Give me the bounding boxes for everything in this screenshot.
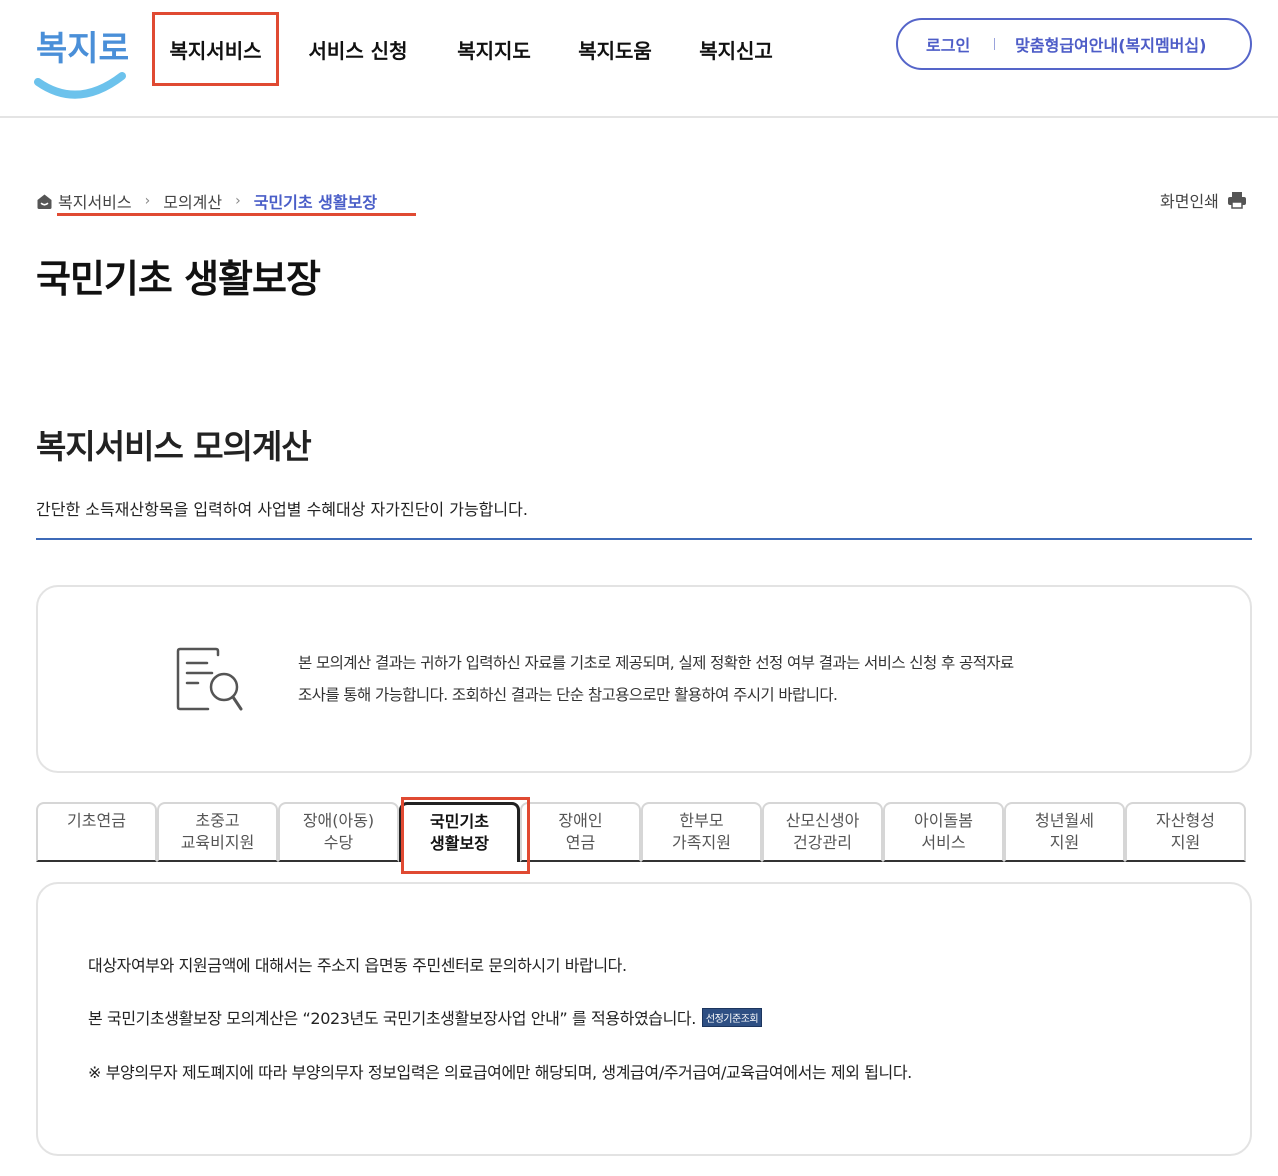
tab-asset-building-support[interactable]: 자산형성 지원: [1125, 802, 1246, 862]
tab-label: 초중고: [195, 811, 240, 830]
info-line-2-text: 본 국민기초생활보장 모의계산은 “2023년도 국민기초생활보장사업 안내” …: [88, 1009, 696, 1028]
tab-label: 장애인: [558, 811, 603, 830]
tab-label-2: 교육비지원: [180, 833, 255, 852]
print-button[interactable]: 화면인쇄: [1160, 186, 1247, 214]
tab-label-2: 가족지원: [672, 833, 731, 852]
tab-label-2: 지원: [1170, 833, 1201, 852]
notice-box: 본 모의계산 결과는 귀하가 입력하신 자료를 기초로 제공되며, 실제 정확한…: [36, 585, 1252, 773]
home-icon[interactable]: [36, 193, 53, 210]
breadcrumb-welfare-service[interactable]: 복지서비스: [58, 189, 132, 213]
chevron-right-icon: ›: [144, 193, 151, 209]
site-header: 복지로 복지서비스 서비스 신청 복지지도 복지도움 복지신고 로그인 맞춤형급…: [0, 0, 1278, 118]
nav-welfare-map[interactable]: 복지지도: [437, 12, 551, 86]
tab-maternal-newborn-care[interactable]: 산모신생아 건강관리: [762, 802, 883, 862]
tab-label: 청년월세: [1035, 811, 1094, 830]
section-divider: [36, 538, 1252, 540]
tab-childcare-service[interactable]: 아이돌봄 서비스: [883, 802, 1004, 862]
page-title: 국민기초 생활보장: [36, 257, 321, 301]
breadcrumb-highlight: [57, 213, 416, 216]
tab-label-2: 수당: [323, 833, 354, 852]
tab-basic-pension[interactable]: 기초연금: [36, 802, 157, 862]
document-search-icon: [176, 647, 243, 711]
tab-youth-rent-support[interactable]: 청년월세 지원: [1004, 802, 1125, 862]
nav-service-apply[interactable]: 서비스 신청: [279, 12, 437, 86]
tab-label-2: 서비스: [921, 833, 966, 852]
tab-label-2: 건강관리: [793, 833, 852, 852]
nav-welfare-service[interactable]: 복지서비스: [152, 12, 279, 86]
info-line-3: ※ 부양의무자 제도폐지에 따라 부양의무자 정보입력은 의료급여에만 해당되며…: [88, 1063, 912, 1082]
logo-text: 복지로: [36, 29, 128, 69]
info-line-1: 대상자여부와 지원금액에 대해서는 주소지 읍면동 주민센터로 문의하시기 바랍…: [88, 956, 627, 975]
notice-line-1: 본 모의계산 결과는 귀하가 입력하신 자료를 기초로 제공되며, 실제 정확한…: [298, 654, 1014, 672]
tab-label: 기초연금: [67, 811, 126, 830]
tab-disability-pension[interactable]: 장애인 연금: [520, 802, 641, 862]
notice-line-2: 조사를 통해 가능합니다. 조회하신 결과는 단순 참고용으로만 활용하여 주시…: [298, 686, 838, 704]
tab-label: 아이돌봄: [914, 811, 973, 830]
tab-label: 자산형성: [1156, 811, 1215, 830]
tab-label-2: 연금: [565, 833, 596, 852]
section-title: 복지서비스 모의계산: [36, 427, 312, 466]
login-link[interactable]: 로그인: [926, 32, 970, 56]
breadcrumb: 복지서비스 › 모의계산 › 국민기초 생활보장: [36, 187, 377, 215]
active-tab-highlight: [401, 797, 530, 874]
printer-icon: [1227, 192, 1246, 209]
info-box: 대상자여부와 지원금액에 대해서는 주소지 읍면동 주민센터로 문의하시기 바랍…: [36, 882, 1252, 1156]
member-links: 로그인 맞춤형급여안내(복지멤버십): [896, 18, 1252, 70]
breadcrumb-mock-calc[interactable]: 모의계산: [163, 189, 222, 213]
bokjiro-logo[interactable]: 복지로: [34, 14, 128, 100]
tab-single-parent-support[interactable]: 한부모 가족지원: [641, 802, 762, 862]
notice-text: 본 모의계산 결과는 귀하가 입력하신 자료를 기초로 제공되며, 실제 정확한…: [298, 647, 1098, 711]
main-nav: 복지서비스 서비스 신청 복지지도 복지도움 복지신고: [152, 12, 793, 86]
tab-label: 산모신생아: [785, 811, 860, 830]
nav-welfare-help[interactable]: 복지도움: [551, 12, 679, 86]
breadcrumb-current[interactable]: 국민기초 생활보장: [254, 189, 377, 213]
nav-welfare-report[interactable]: 복지신고: [679, 12, 793, 86]
chevron-right-icon: ›: [235, 193, 241, 209]
tab-disability-child-allowance[interactable]: 장애(아동) 수당: [278, 802, 399, 862]
tab-label-2: 지원: [1049, 833, 1080, 852]
print-label: 화면인쇄: [1160, 192, 1219, 211]
member-divider: [994, 38, 996, 50]
tab-label: 한부모: [679, 811, 724, 830]
section-description: 간단한 소득재산항목을 입력하여 사업별 수혜대상 자가진단이 가능합니다.: [36, 500, 528, 519]
criteria-lookup-button[interactable]: 선정기준조회: [701, 1008, 763, 1027]
membership-link[interactable]: 맞춤형급여안내(복지멤버십): [1015, 32, 1206, 56]
program-tabs: 기초연금 초중고 교육비지원 장애(아동) 수당 국민기초 생활보장 장애인 연…: [36, 802, 1248, 862]
tab-school-education-aid[interactable]: 초중고 교육비지원: [157, 802, 278, 862]
tab-label: 장애(아동): [302, 811, 375, 830]
info-line-2: 본 국민기초생활보장 모의계산은 “2023년도 국민기초생활보장사업 안내” …: [88, 1005, 763, 1029]
